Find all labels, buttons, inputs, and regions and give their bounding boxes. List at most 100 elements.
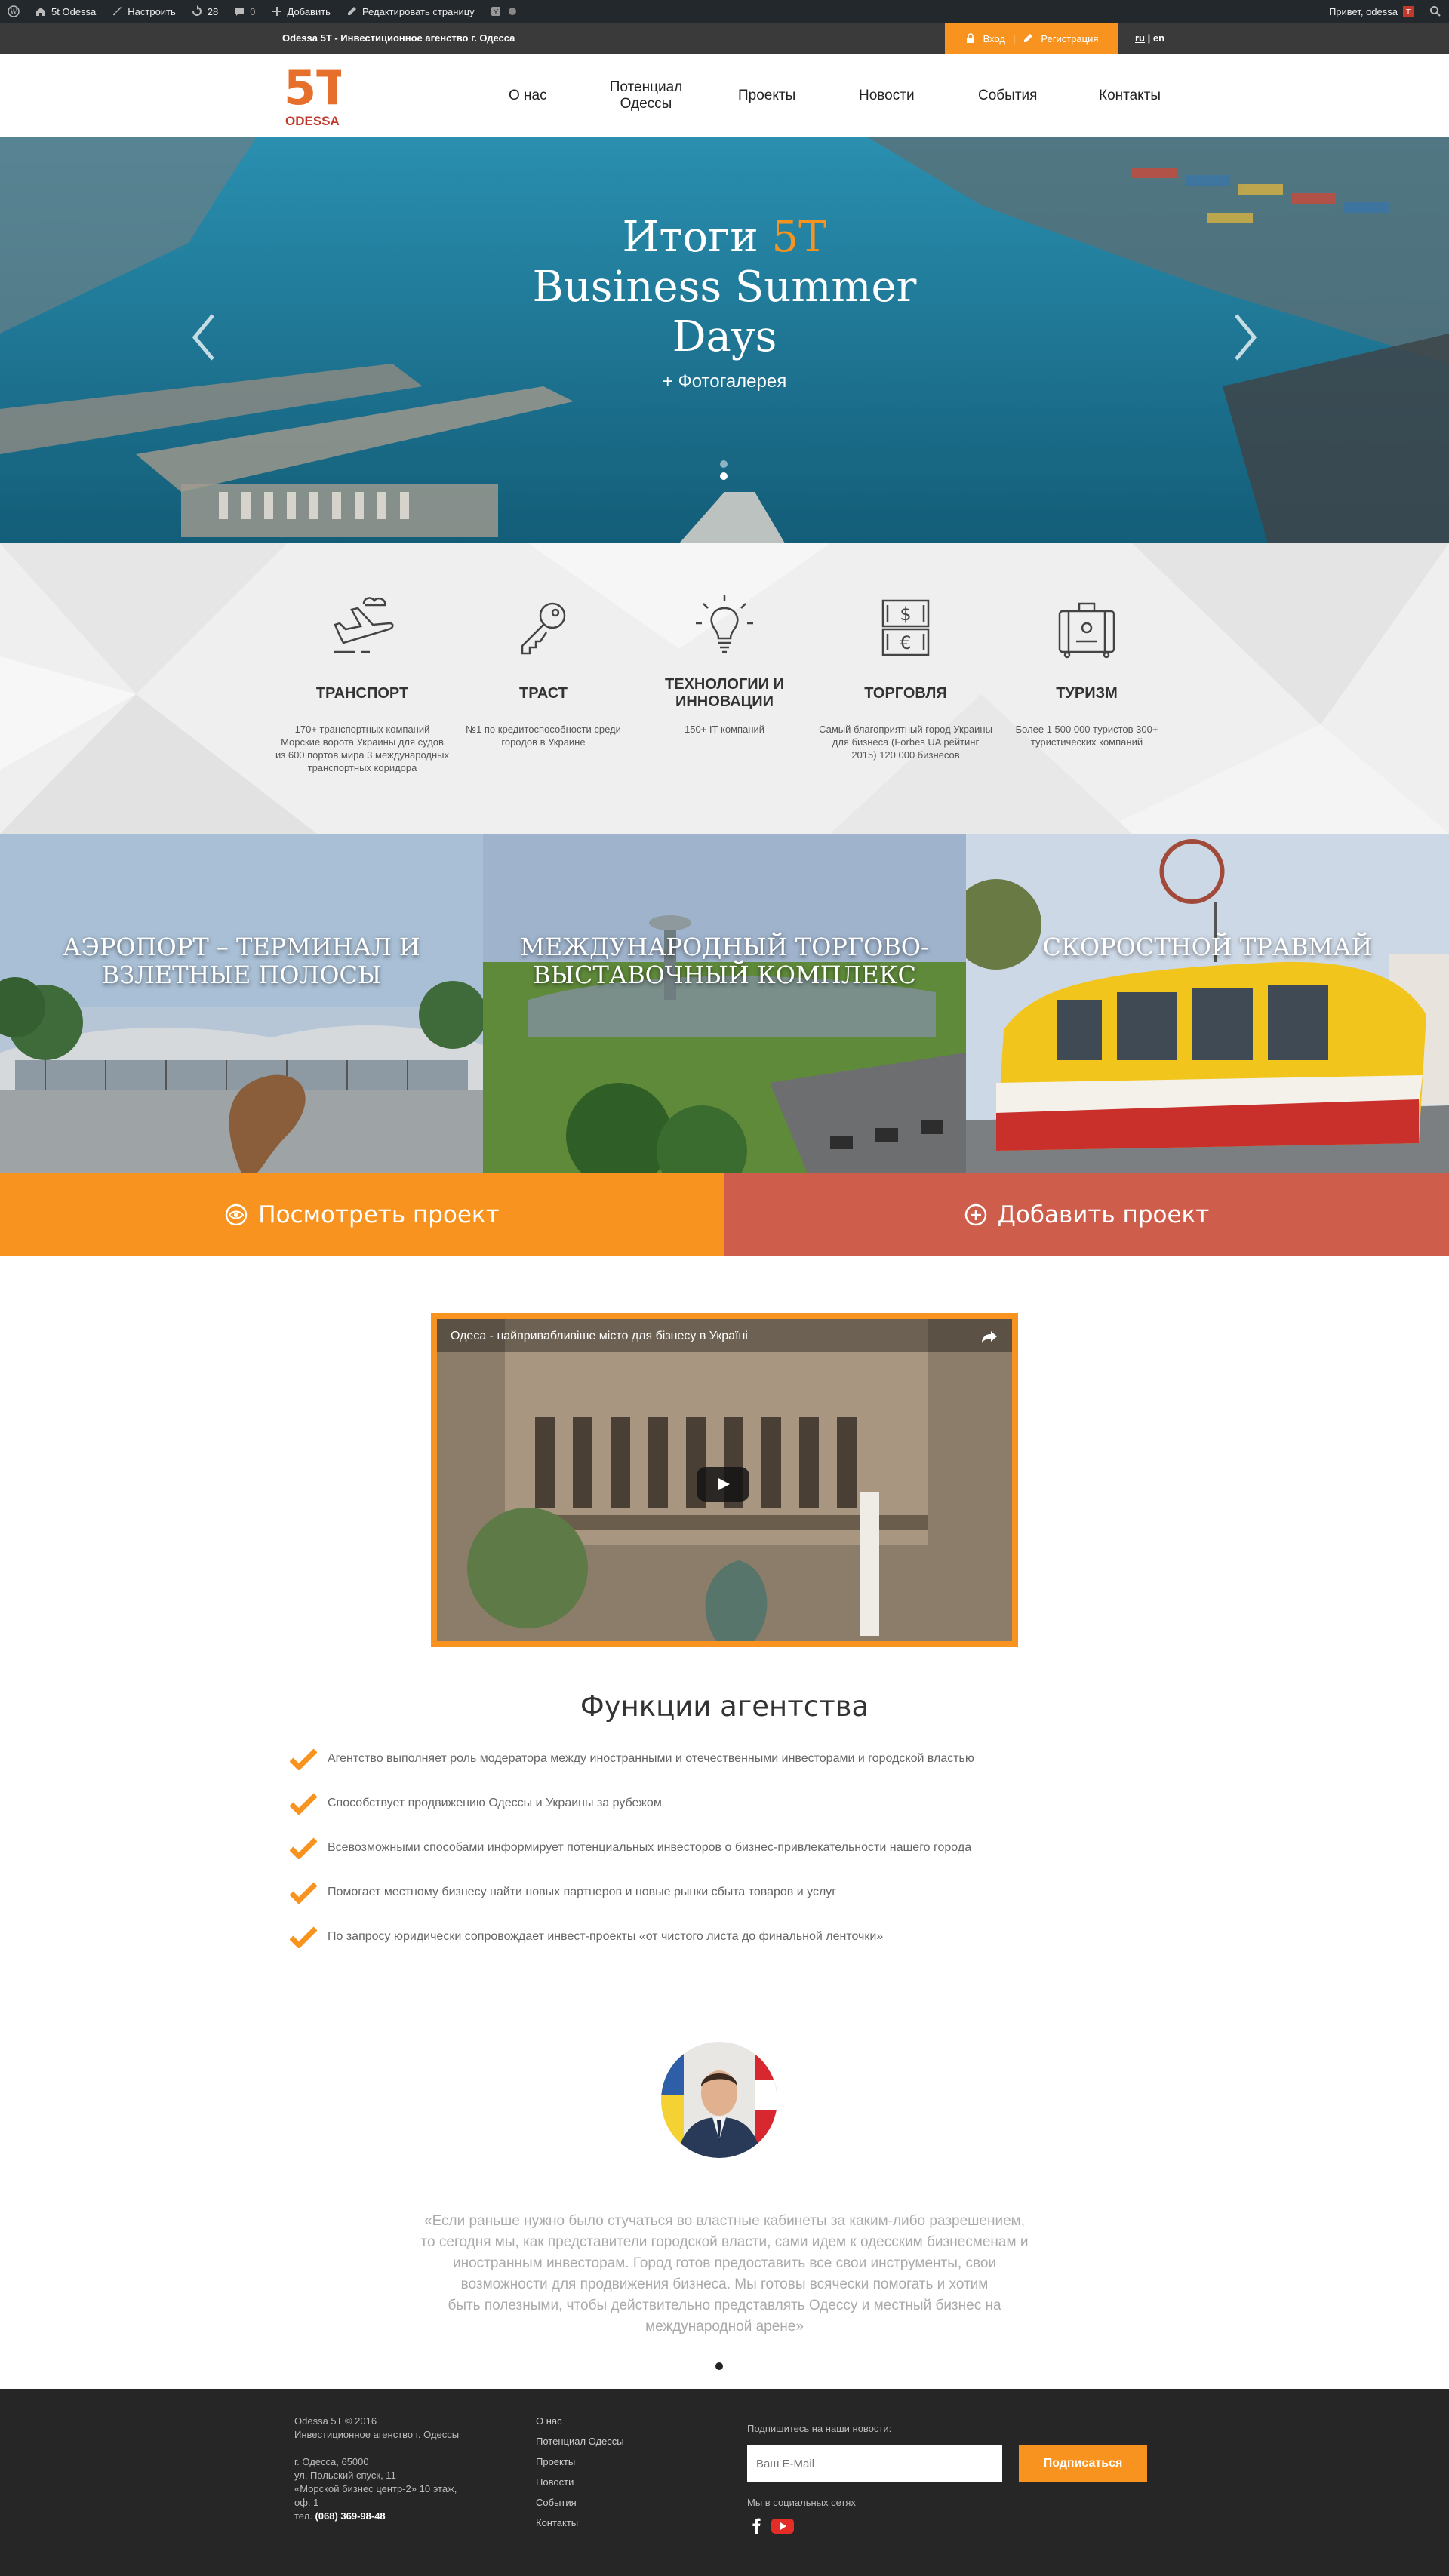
share-icon[interactable] [980,1329,998,1345]
function-text: Всевозможными способами информирует поте… [328,1841,972,1854]
checkmark-icon [290,1793,317,1815]
admin-site-name: 5t Odessa [51,5,97,17]
admin-customize[interactable]: Настроить [103,0,183,23]
nav-projects[interactable]: Проекты [738,54,795,137]
add-project-button[interactable]: Добавить проект [724,1173,1449,1256]
footer-phone[interactable]: (068) 369-98-48 [315,2510,385,2522]
email-input[interactable] [747,2445,1002,2482]
footer-address-line: «Морской бизнес центр-2» 10 этаж, [294,2483,457,2495]
admin-yoast[interactable]: Y [482,0,526,23]
function-item: Агентство выполняет роль модератора межд… [290,1748,974,1770]
suitcase-icon [1058,602,1115,659]
admin-account[interactable]: Привет, odessa T [1321,0,1422,23]
nav-about[interactable]: О нас [509,54,547,137]
eye-icon [226,1203,248,1226]
lightbulb-icon [696,595,753,653]
airport-photo [0,834,483,1173]
youtube-icon[interactable] [771,2519,794,2534]
portrait-photo [661,2042,777,2158]
hero-title-line2: Business Summer [532,263,917,312]
svg-text:5T: 5T [284,60,341,115]
project-title: МЕЖДУНАРОДНЫЙ ТОРГОВО-ВЫСТАВОЧНЫЙ КОМПЛЕ… [520,933,929,989]
function-text: По запросу юридически сопровождает инвес… [328,1930,884,1943]
site-logo[interactable]: 5T ODESSA [282,60,348,130]
lock-icon [966,33,974,43]
add-project-label: Добавить проект [997,1201,1210,1228]
admin-edit-page-label: Редактировать страницу [361,5,475,17]
site-title: Odessa 5T - Инвестиционное агенство г. О… [282,32,515,44]
footer-copyright: Odessa 5T © 2016 [294,2415,377,2427]
admin-bar: W 5t Odessa Настроить 28 0 Добавить Реда… [0,0,1449,23]
slider-next-arrow[interactable] [1230,311,1260,364]
nav-events[interactable]: События [978,54,1037,137]
footer-link-about[interactable]: О нас [536,2415,562,2427]
nav-news[interactable]: Новости [859,54,915,137]
checkmark-icon [290,1748,317,1770]
hero-title-line1: Итоги 5T [0,213,1449,263]
admin-search[interactable] [1422,0,1449,23]
footer-link-news[interactable]: Новости [536,2476,574,2488]
project-title: СКОРОСТНОЙ ТРАВМАЙ [1042,933,1373,961]
subscribe-label: Подпишитесь на наши новости: [747,2423,892,2434]
subscribe-button[interactable]: Подписаться [1019,2445,1147,2482]
feature-desc: Более 1 500 000 туристов 300+ туристичес… [1015,724,1158,748]
footer-link-events[interactable]: События [536,2497,577,2508]
feature-desc: 150+ IT-компаний [684,724,765,735]
login-link[interactable]: Вход [983,33,1005,45]
plus-circle-icon [964,1203,986,1226]
function-item: Помогает местному бизнесу найти новых па… [290,1881,836,1904]
nav-potential[interactable]: Потенциал Одессы [604,54,688,137]
slider-dot-2[interactable] [720,472,728,480]
video-frame[interactable]: Одеса - найпривабливіше місто для бізнес… [437,1319,1012,1641]
function-text: Помогает местному бизнесу найти новых па… [328,1886,837,1898]
play-icon [718,1478,730,1490]
facebook-icon[interactable] [750,2517,762,2534]
admin-customize-label: Настроить [128,5,176,17]
admin-add-new[interactable]: Добавить [263,0,338,23]
footer-address-line: оф. 1 [294,2497,319,2508]
admin-site-link[interactable]: 5t Odessa [27,0,103,23]
quote-line: международной арене» [645,2319,804,2335]
lang-ru-link[interactable]: ru [1135,32,1145,44]
admin-updates[interactable]: 28 [183,0,226,23]
project-tile-tram[interactable]: СКОРОСТНОЙ ТРАВМАЙ [966,834,1449,1173]
hero-title-prefix: Итоги [622,213,772,262]
hero-gallery-link[interactable]: + Фотогалерея [0,371,1449,392]
video-embed[interactable]: Одеса - найпривабливіше місто для бізнес… [431,1313,1018,1647]
project-tile-airport[interactable]: АЭРОПОРТ – ТЕРМИНАЛ И ВЗЛЕТНЫЕ ПОЛОСЫ [0,834,483,1173]
footer-phone-row: тел. (068) 369-98-48 [294,2510,459,2523]
slider-dot-1[interactable] [720,460,728,468]
lang-en-link[interactable]: en [1153,32,1164,44]
site-header: 5T ODESSA О нас Потенциал Одессы Проекты… [0,54,1449,137]
svg-text:Y: Y [493,8,498,17]
quote-slider-dot[interactable] [715,2362,723,2370]
tram-photo [966,834,1449,1173]
feature-desc: №1 по кредитоспособности среди городов в… [466,724,621,748]
footer-link-projects[interactable]: Проекты [536,2456,575,2467]
feature-desc: 170+ транспортных компаний Морские ворот… [275,724,450,773]
quote-line: быть полезными, чтобы действительно пред… [448,2298,1001,2313]
quote-line: возможности для продвижения бизнеса. Мы … [460,2276,989,2292]
currency-icon: $ € [881,599,930,656]
footer-address-line: ул. Польский спуск, 11 [294,2470,396,2481]
footer-agency: Инвестиционное агенство г. Одессы [294,2429,460,2440]
footer-link-potential[interactable]: Потенциал Одессы [536,2436,624,2447]
footer-link-contacts[interactable]: Контакты [536,2517,578,2528]
footer-phone-label: тел. [294,2510,312,2522]
brush-icon [113,7,122,16]
project-tile-expo[interactable]: МЕЖДУНАРОДНЫЙ ТОРГОВО-ВЫСТАВОЧНЫЙ КОМПЛЕ… [483,834,966,1173]
expo-photo [483,834,966,1173]
nav-contacts[interactable]: Контакты [1099,54,1161,137]
slider-prev-arrow[interactable] [189,311,219,364]
view-project-button[interactable]: Посмотреть проект [0,1173,724,1256]
project-title: АЭРОПОРТ – ТЕРМИНАЛ И ВЗЛЕТНЫЕ ПОЛОСЫ [63,933,420,989]
mayor-quote: «Если раньше нужно было стучаться во вла… [370,2211,1079,2338]
admin-edit-page[interactable]: Редактировать страницу [338,0,482,23]
hero-title-accent: 5T [771,213,827,262]
wordpress-menu[interactable]: W [0,0,27,23]
play-button[interactable] [697,1467,749,1502]
admin-comments[interactable]: 0 [226,0,263,23]
register-link[interactable]: Регистрация [1041,33,1098,45]
feature-title: ТРАНСПОРТ [315,685,409,702]
key-icon [521,602,566,655]
